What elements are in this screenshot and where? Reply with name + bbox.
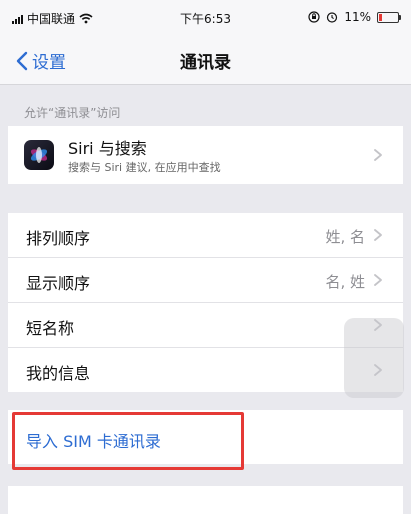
navigation-bar: 设置 通讯录: [0, 34, 411, 85]
chevron-right-icon: [374, 229, 382, 241]
orientation-lock-icon: [308, 11, 320, 23]
section-header: 允许“通讯录”访问: [24, 106, 121, 120]
display-order-label: 显示顺序: [26, 274, 91, 293]
siri-group: Siri 与搜索 搜索与 Siri 建议, 在应用中查找: [8, 126, 403, 184]
sort-order-row[interactable]: 排列顺序 姓, 名: [8, 213, 403, 258]
bottom-group: [8, 486, 403, 514]
sort-order-label: 排列顺序: [26, 229, 91, 248]
alarm-icon: [327, 12, 338, 23]
display-order-row[interactable]: 显示顺序 名, 姓: [8, 258, 403, 303]
sort-order-value: 姓, 名: [325, 228, 365, 246]
chevron-right-icon: [374, 274, 382, 286]
highlight-box: [12, 412, 244, 470]
my-info-label: 我的信息: [26, 364, 91, 383]
siri-title: Siri 与搜索: [68, 139, 147, 158]
status-right: 11%: [308, 10, 401, 24]
siri-search-row[interactable]: Siri 与搜索 搜索与 Siri 建议, 在应用中查找: [8, 126, 403, 184]
chevron-right-icon: [374, 149, 382, 161]
siri-subtitle: 搜索与 Siri 建议, 在应用中查找: [68, 161, 221, 174]
battery-icon: [377, 11, 401, 23]
short-name-label: 短名称: [26, 319, 75, 338]
touch-overlay: [344, 318, 404, 398]
battery-percent: 11%: [344, 10, 371, 24]
status-bar: 中国联通 下午6:53 11%: [0, 0, 411, 34]
page-title: 通讯录: [180, 53, 231, 73]
siri-icon: [24, 140, 54, 170]
display-order-value: 名, 姓: [325, 273, 365, 291]
